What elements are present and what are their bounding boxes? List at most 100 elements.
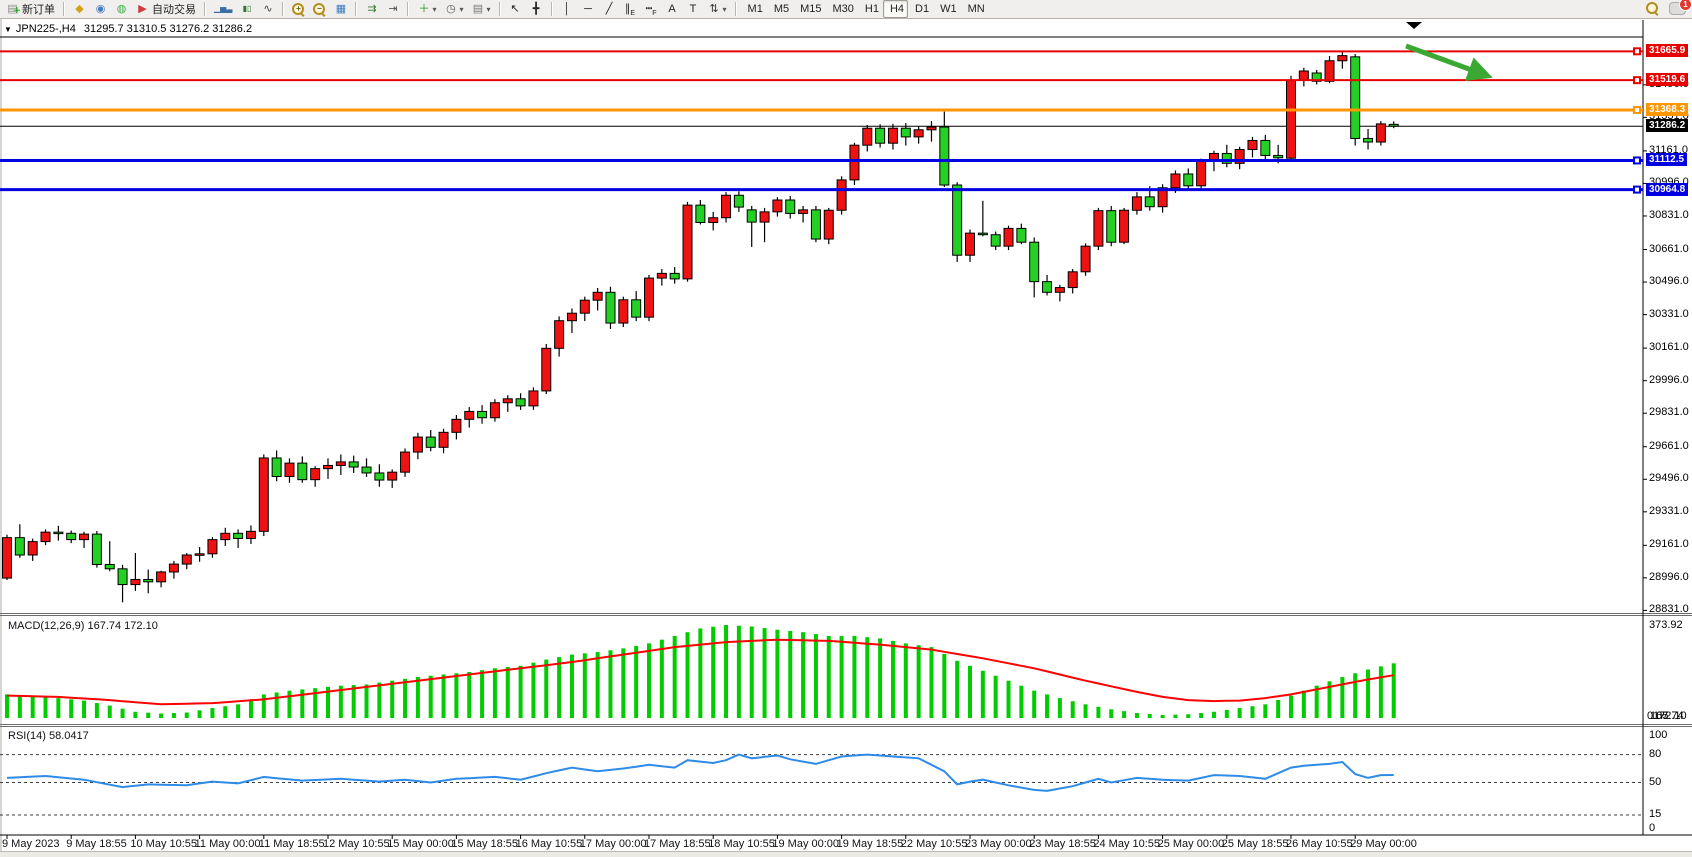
candle: [336, 454, 345, 475]
candle: [478, 405, 487, 424]
time-axis-label: 25 May 18:55: [1222, 838, 1289, 850]
candle: [285, 458, 294, 482]
search-button[interactable]: [1646, 2, 1659, 20]
price-tick-label: 30161.0: [1649, 341, 1689, 353]
tf-m30-button[interactable]: M30: [826, 0, 858, 18]
arrows-button[interactable]: ⇅▾: [704, 0, 731, 18]
zoom-in-button[interactable]: +: [288, 0, 309, 18]
price-level-badge: 31665.9: [1646, 44, 1688, 57]
candle: [619, 297, 628, 327]
price-line-handle[interactable]: [1634, 77, 1640, 83]
candle: [747, 206, 756, 247]
time-axis-label: 11 May 18:55: [259, 838, 325, 850]
text-button[interactable]: A: [662, 0, 683, 18]
candle: [953, 182, 962, 262]
candle: [863, 125, 872, 151]
status-bar: [0, 851, 1692, 857]
candlestick-chart-button[interactable]: ▮▯: [236, 0, 257, 18]
candle: [1287, 76, 1296, 160]
templates-button[interactable]: ▤▾: [468, 0, 495, 18]
time-axis-label: 15 May 00:00: [387, 838, 454, 850]
tf-m15-button[interactable]: M15: [793, 0, 825, 18]
candle: [388, 469, 397, 488]
metaeditor-button[interactable]: ◆: [69, 0, 90, 18]
candle: [734, 191, 743, 212]
signals-icon: ◍: [115, 2, 128, 16]
rsi-level-label: 15: [1649, 808, 1661, 820]
autotrading-button[interactable]: ▶自动交易: [132, 0, 200, 18]
candle: [452, 415, 461, 439]
tf-m1-button[interactable]: M1: [741, 0, 767, 18]
toolbar-group: ⇉⇥: [359, 0, 405, 18]
new-order-button[interactable]: ▤＋新订单: [2, 0, 59, 18]
candle: [1030, 237, 1039, 297]
bar-chart-button[interactable]: ▁▅▃: [210, 0, 236, 18]
indicators-button[interactable]: ＋▾: [413, 0, 440, 18]
chart-shift-button[interactable]: ⇥: [382, 0, 403, 18]
text-label-button[interactable]: T: [683, 0, 704, 18]
candle: [940, 112, 949, 187]
horizontal-line-button[interactable]: ─: [578, 0, 599, 18]
tf-h1-button[interactable]: H1: [858, 0, 883, 18]
candle: [144, 570, 153, 594]
tf-h4-button[interactable]: H4: [883, 0, 908, 18]
fibonacci-button[interactable]: ┅F: [641, 0, 662, 18]
candle: [465, 407, 474, 428]
tf-m5-button[interactable]: M5: [767, 0, 793, 18]
tf-mn-button[interactable]: MN: [961, 0, 989, 18]
time-axis-label: 24 May 10:55: [1093, 838, 1160, 850]
time-axis-label: 9 May 18:55: [66, 838, 127, 850]
candle: [311, 466, 320, 487]
price-level-badge: 31112.5: [1646, 153, 1687, 166]
candle: [413, 433, 422, 459]
toolbar-separator: [499, 2, 501, 16]
chevron-down-icon: ▾: [487, 5, 491, 14]
tf-m30-label: M30: [833, 3, 854, 15]
time-axis-label: 16 May 10:55: [516, 838, 583, 850]
equidistant-channel-button[interactable]: ∥E: [620, 0, 641, 18]
trendline-button[interactable]: ╱: [599, 0, 620, 18]
cursor-button[interactable]: ↖: [505, 0, 526, 18]
candle: [182, 553, 191, 569]
hline-icon: ─: [582, 2, 595, 16]
candle: [567, 308, 576, 332]
crosshair-icon: ╋: [530, 2, 543, 16]
candle: [157, 571, 166, 588]
tf-m1-label: M1: [748, 3, 763, 15]
notification-count-badge: 1: [1679, 0, 1692, 11]
toolbar-group: ◆◉ ◍ ▶自动交易: [67, 0, 202, 18]
tile-windows-button[interactable]: ▦: [330, 0, 351, 18]
toolbar-group: ＋▾◷▾▤▾: [411, 0, 496, 18]
periods-button[interactable]: ◷▾: [440, 0, 467, 18]
price-tick-label: 28996.0: [1649, 571, 1689, 583]
zoom-out-button[interactable]: −: [309, 0, 330, 18]
candle: [28, 539, 37, 561]
tf-w1-button[interactable]: W1: [933, 0, 961, 18]
signals-button[interactable]: ◍: [111, 0, 132, 18]
price-line-handle[interactable]: [1634, 107, 1640, 113]
price-line-handle[interactable]: [1634, 48, 1640, 54]
price-tick-label: 30831.0: [1649, 209, 1689, 221]
line-chart-button[interactable]: ∿: [257, 0, 278, 18]
chevron-down-icon[interactable]: ▼: [4, 25, 12, 34]
down-triangle-marker[interactable]: [1406, 22, 1422, 29]
tf-d1-button[interactable]: D1: [908, 0, 933, 18]
auto-scroll-button[interactable]: ⇉: [361, 0, 382, 18]
tf-w1-label: W1: [940, 3, 957, 15]
toolbar-separator: [204, 2, 206, 16]
price-tick-label: 30331.0: [1649, 308, 1689, 320]
current-price-badge: 31286.2: [1646, 119, 1688, 132]
notifications-button[interactable]: 1: [1669, 2, 1686, 20]
candle: [1120, 208, 1129, 244]
crosshair-button[interactable]: ╋: [526, 0, 547, 18]
candle: [1184, 168, 1193, 190]
price-line-handle[interactable]: [1634, 187, 1640, 193]
community-button[interactable]: ◉: [90, 0, 111, 18]
line-chart-icon: ∿: [261, 2, 274, 16]
candle: [362, 458, 371, 477]
time-axis-label: 18 May 10:55: [708, 838, 775, 850]
vertical-line-button[interactable]: │: [557, 0, 578, 18]
time-axis-label: 25 May 00:00: [1158, 838, 1225, 850]
candle: [15, 524, 24, 558]
price-line-handle[interactable]: [1634, 157, 1640, 163]
